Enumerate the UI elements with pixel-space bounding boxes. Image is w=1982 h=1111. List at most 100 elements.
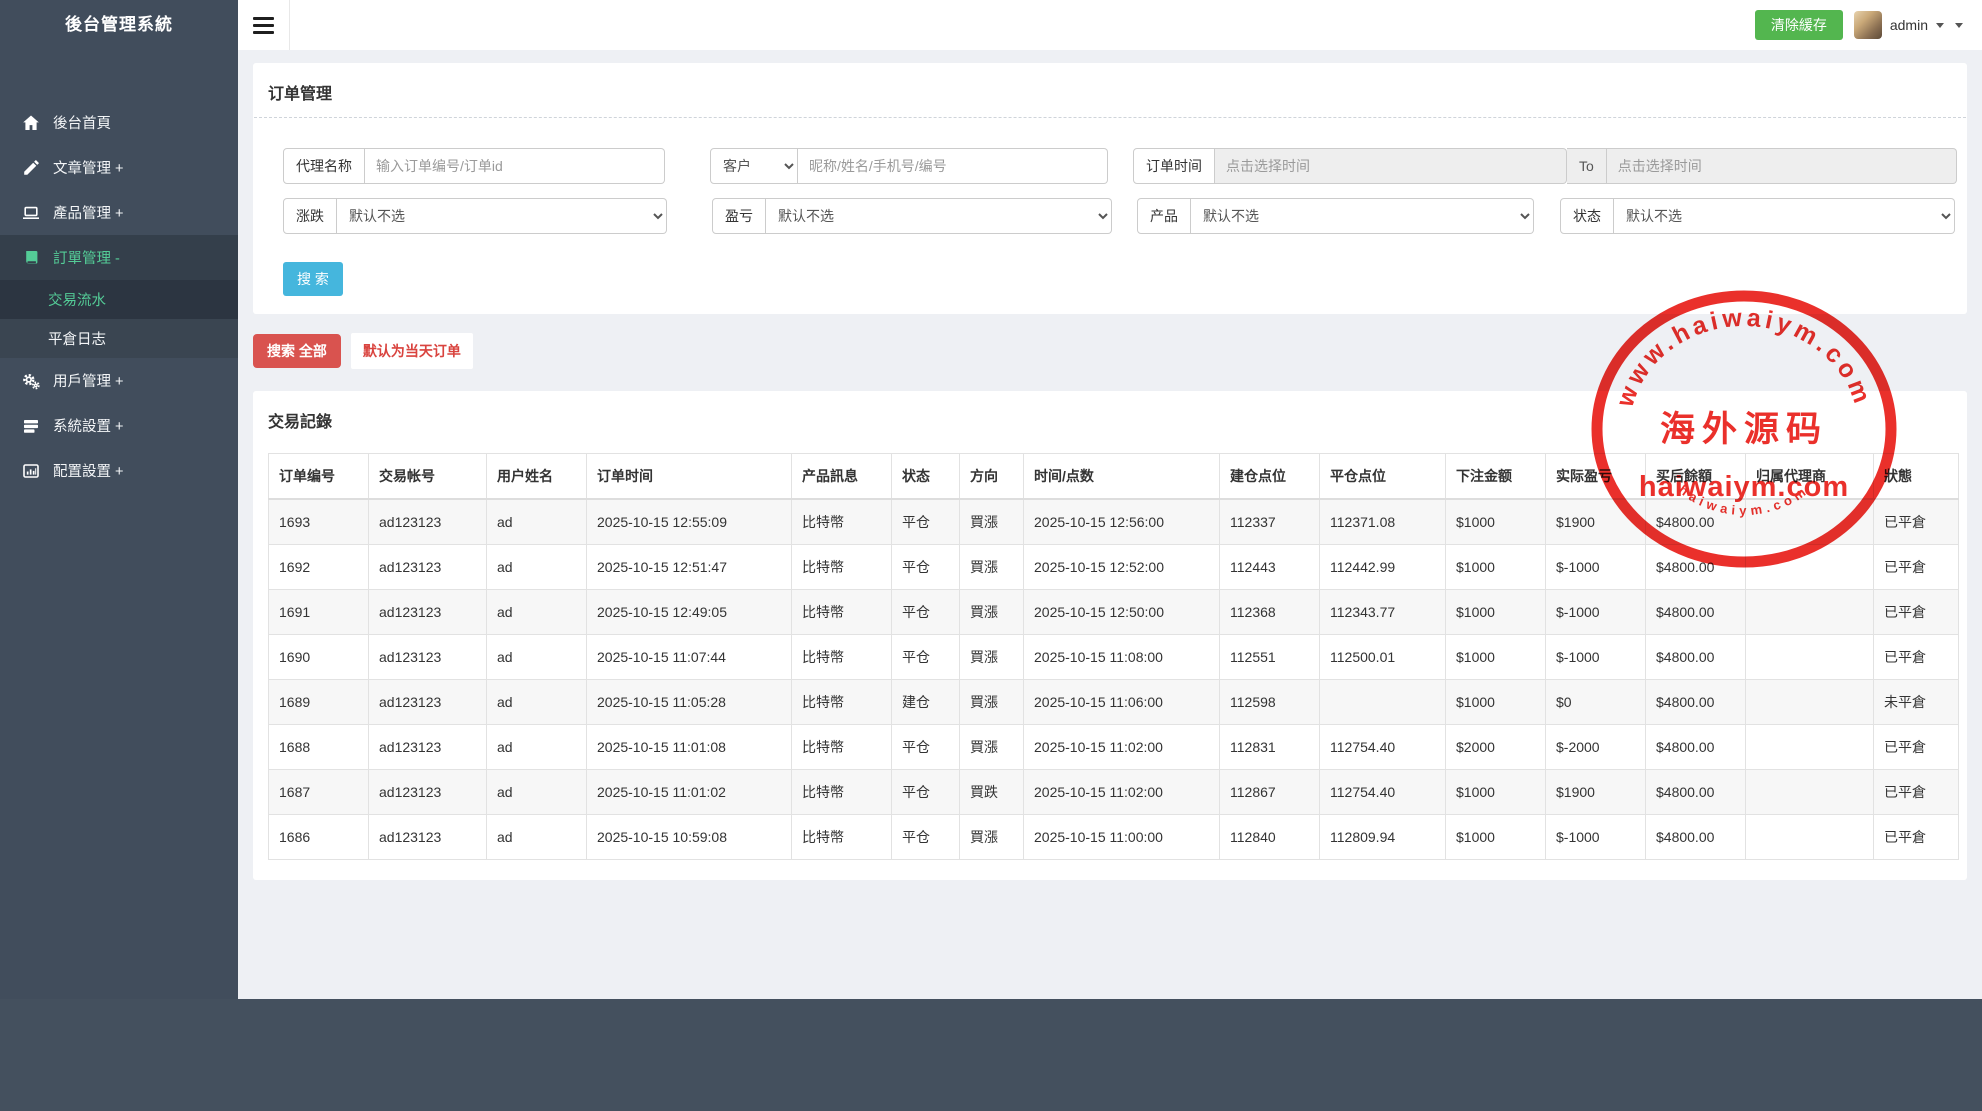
caret-down-icon[interactable]: [1955, 22, 1963, 32]
cell-agent: [1745, 544, 1874, 590]
cell-open-point: 112368: [1219, 589, 1320, 635]
cell-agent: [1745, 679, 1874, 725]
filter-row-1: 代理名称 客户 订单时间 To: [283, 148, 1957, 184]
cell-id: 1692: [268, 544, 369, 590]
records-table-wrap: 订单编号 交易帐号 用户姓名 订单时间 产品訊息 状态 方向 时间/点数 建仓点位 平仓点位 下注金…: [268, 453, 1959, 860]
cell-direction: 買漲: [959, 814, 1024, 860]
sidebar-item[interactable]: 文章管理 +: [0, 145, 238, 190]
clear-cache-button[interactable]: 清除緩存: [1754, 10, 1843, 40]
table-header-cell: 方向: [959, 453, 1024, 500]
action-row: 搜索 全部 默认为当天订单: [253, 333, 1967, 369]
customer-select[interactable]: 客户: [710, 148, 798, 184]
cell-agent: [1745, 769, 1874, 815]
sidebar-item-label: 用戶管理 +: [53, 374, 124, 390]
table-header-row: 订单编号 交易帐号 用户姓名 订单时间 产品訊息 状态 方向 时间/点数 建仓点位 平仓点位 下注金…: [268, 453, 1959, 500]
cell-id: 1690: [268, 634, 369, 680]
cell-account: ad123123: [368, 769, 487, 815]
cell-agent: [1745, 589, 1874, 635]
cell-open-point: 112867: [1219, 769, 1320, 815]
menu-toggle-button[interactable]: [238, 0, 290, 50]
sidebar-item-label: 系統設置 +: [53, 419, 124, 435]
table-row: 1690 ad123123 ad 2025-10-15 11:07:44 比特幣 平仓 買漲…: [268, 634, 1959, 680]
cell-open-point: 112840: [1219, 814, 1320, 860]
records-panel: 交易記錄 订单编号 交易帐号 用户姓名 订单时间 产品訊息 状态 方向 时间/点数 建仓点位 平仓…: [253, 391, 1967, 880]
order-time-label: 订单时间: [1133, 148, 1215, 184]
records-table: 订单编号 交易帐号 用户姓名 订单时间 产品訊息 状态 方向 时间/点数 建仓点位 平仓点位 下注金…: [268, 453, 1959, 860]
cell-open-point: 112443: [1219, 544, 1320, 590]
sidebar-item[interactable]: 後台首頁: [0, 100, 238, 145]
cell-status: 平仓: [891, 544, 960, 590]
sidebar-item-label: 平倉日志: [48, 332, 106, 348]
cell-profit: $-1000: [1545, 814, 1646, 860]
sidebar-item[interactable]: 交易流水: [0, 280, 238, 319]
cell-bet: $1000: [1445, 769, 1546, 815]
sidebar-item-label: 文章管理 +: [53, 161, 124, 177]
cell-status: 建仓: [891, 679, 960, 725]
updown-group: 涨跌 默认不选: [283, 198, 667, 234]
sidebar-item[interactable]: 平倉日志: [0, 319, 238, 358]
avatar[interactable]: [1853, 11, 1882, 39]
table-header-cell: 归属代理商: [1745, 453, 1874, 500]
filter-panel: 订单管理 代理名称 客户 订单时间 To: [253, 63, 1967, 314]
cell-account: ad123123: [368, 814, 487, 860]
username: admin: [1889, 17, 1928, 33]
table-row: 1688 ad123123 ad 2025-10-15 11:01:08 比特幣 平仓 買漲…: [268, 724, 1959, 770]
search-button[interactable]: 搜 索: [283, 262, 343, 296]
cell-order-time: 2025-10-15 11:07:44: [586, 634, 792, 680]
cell-close-point: 112343.77: [1319, 589, 1446, 635]
main-content: 订单管理 代理名称 客户 订单时间 To: [238, 50, 1982, 999]
table-header-cell: 实际盈亏: [1545, 453, 1646, 500]
cogs-icon: [20, 372, 42, 390]
cell-order-time: 2025-10-15 12:51:47: [586, 544, 792, 590]
cell-agent: [1745, 724, 1874, 770]
hamburger-icon: [253, 30, 274, 34]
sidebar-item-label: 訂單管理 -: [53, 251, 120, 267]
cell-product: 比特幣: [791, 724, 892, 770]
product-select[interactable]: 默认不选: [1191, 198, 1534, 234]
customer-input[interactable]: [798, 148, 1108, 184]
cell-state: 已平倉: [1873, 814, 1959, 860]
cell-id: 1687: [268, 769, 369, 815]
cell-direction: 買漲: [959, 589, 1024, 635]
order-time-to-label: To: [1567, 148, 1607, 184]
cell-direction: 買漲: [959, 679, 1024, 725]
sidebar-item[interactable]: 配置設置 +: [0, 448, 238, 493]
cell-user: ad: [486, 814, 587, 860]
cell-status: 平仓: [891, 589, 960, 635]
table-row: 1689 ad123123 ad 2025-10-15 11:05:28 比特幣 建仓 買漲…: [268, 679, 1959, 725]
sidebar-item[interactable]: 用戶管理 +: [0, 358, 238, 403]
product-label: 产品: [1137, 198, 1191, 234]
topbar-right: 清除緩存 admin: [1754, 0, 1963, 50]
cell-point-time: 2025-10-15 11:06:00: [1023, 679, 1220, 725]
order-time-to-input[interactable]: [1606, 148, 1957, 184]
cell-order-time: 2025-10-15 11:01:02: [586, 769, 792, 815]
search-all-button[interactable]: 搜索 全部: [253, 334, 341, 368]
profit-select[interactable]: 默认不选: [766, 198, 1112, 234]
order-id-input[interactable]: [365, 148, 665, 184]
updown-select[interactable]: 默认不选: [337, 198, 667, 234]
sidebar-item[interactable]: 訂單管理 -: [0, 235, 238, 280]
sidebar-item[interactable]: 產品管理 +: [0, 190, 238, 235]
cell-close-point: 112754.40: [1319, 724, 1446, 770]
cell-state: 已平倉: [1873, 498, 1959, 545]
table-header-cell: 狀態: [1873, 453, 1959, 500]
hamburger-icon: [253, 16, 274, 20]
cell-profit: $-2000: [1545, 724, 1646, 770]
cell-user: ad: [486, 589, 587, 635]
sidebar-item[interactable]: 系統設置 +: [0, 403, 238, 448]
order-time-from-input[interactable]: [1215, 148, 1567, 184]
table-header-cell: 时间/点数: [1023, 453, 1220, 500]
cell-account: ad123123: [368, 724, 487, 770]
chart-icon: [20, 462, 42, 480]
default-note: 默认为当天订单: [350, 333, 473, 369]
cell-close-point: 112500.01: [1319, 634, 1446, 680]
status-select[interactable]: 默认不选: [1614, 198, 1955, 234]
cell-bet: $2000: [1445, 724, 1546, 770]
cell-profit: $-1000: [1545, 589, 1646, 635]
cell-product: 比特幣: [791, 589, 892, 635]
cell-direction: 買漲: [959, 544, 1024, 590]
topbar: 清除緩存 admin: [238, 0, 1982, 50]
table-header-cell: 用户姓名: [486, 453, 587, 500]
user-dropdown[interactable]: admin: [1853, 11, 1944, 39]
cell-open-point: 112831: [1219, 724, 1320, 770]
